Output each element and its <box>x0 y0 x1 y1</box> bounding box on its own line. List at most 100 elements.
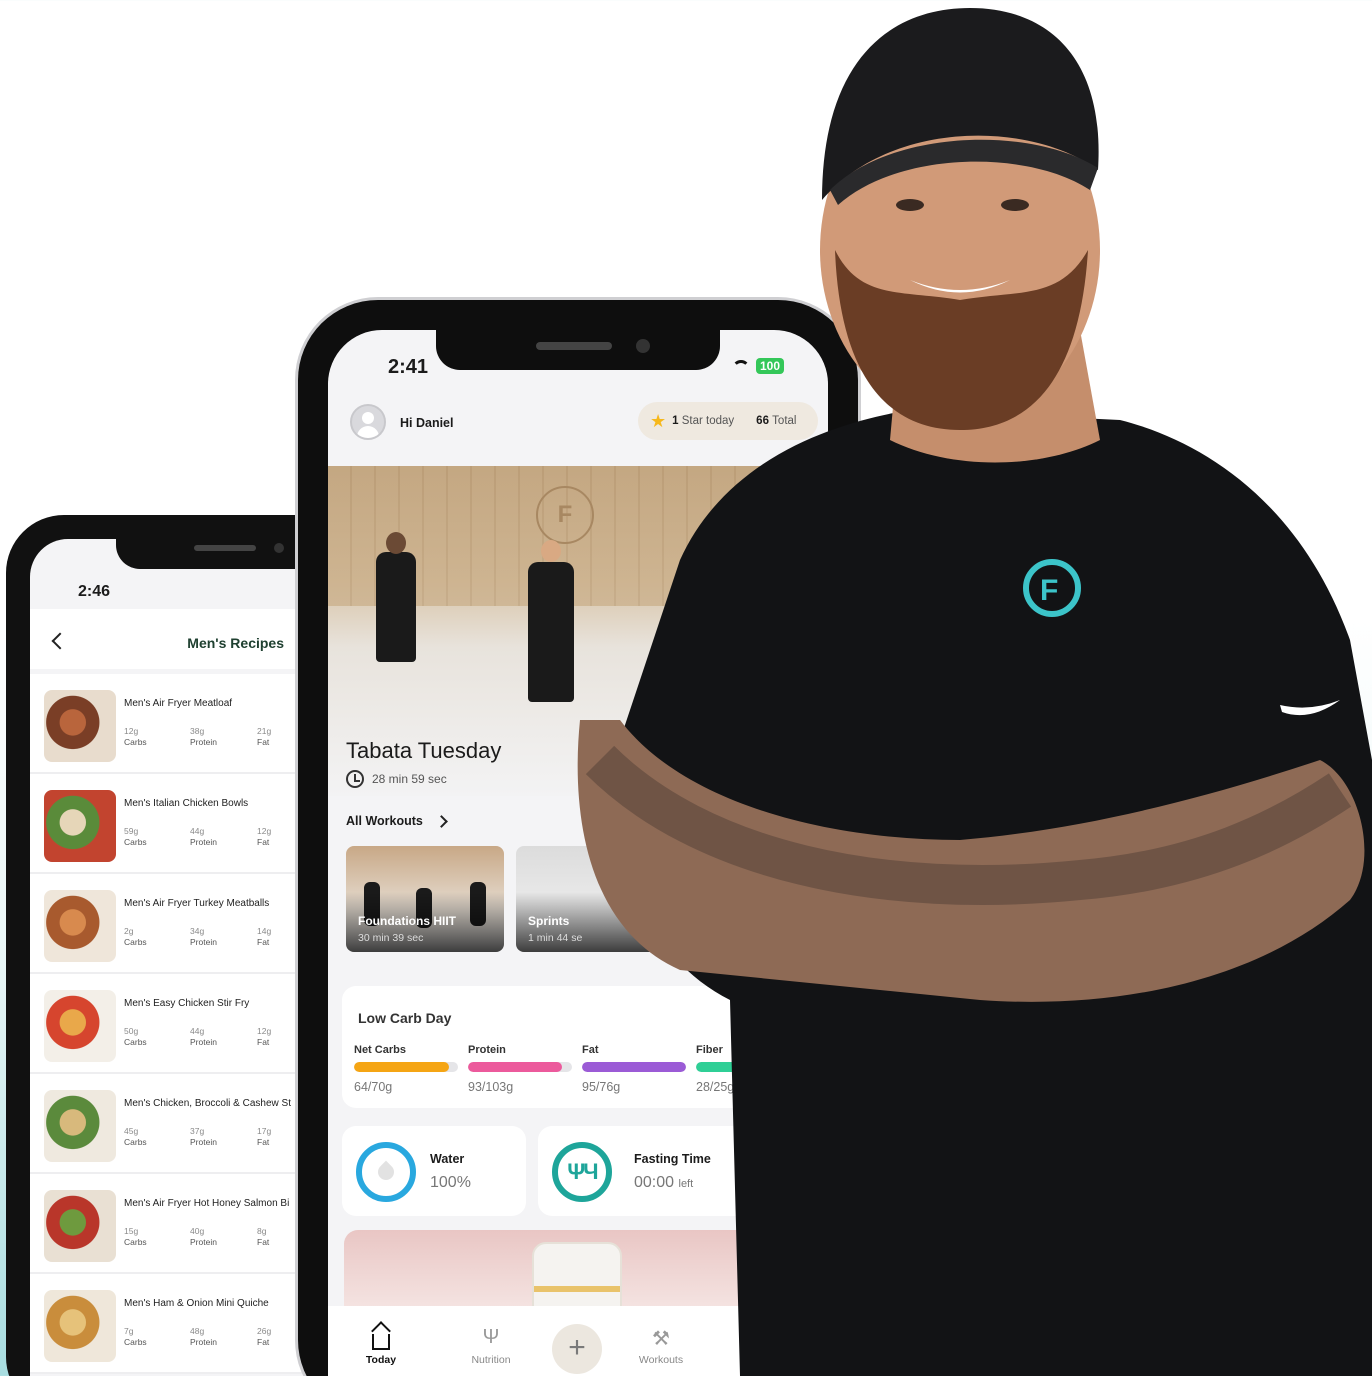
recipe-name: Men's Chicken, Broccoli & Cashew St <box>124 1098 291 1109</box>
clock-icon <box>346 770 364 788</box>
fat-value: 12g <box>257 1026 272 1036</box>
fat-value: 26g <box>257 1326 272 1336</box>
chevron-right-icon <box>434 814 448 828</box>
status-time: 2:41 <box>388 356 429 378</box>
macro-name: Net Carbs <box>354 1044 406 1056</box>
protein-value: 38g <box>190 726 205 736</box>
recipe-carbs: 45g Carbs <box>124 1126 147 1148</box>
svg-text:F: F <box>1040 574 1058 607</box>
recipe-protein: 48g Protein <box>190 1326 217 1348</box>
water-value: 100% <box>430 1174 471 1191</box>
carbs-value: 7g <box>124 1326 134 1336</box>
recipe-photo <box>44 1290 116 1362</box>
recipe-fat: 12g Fat <box>257 826 271 848</box>
recipe-row[interactable]: Men's Easy Chicken Stir Fry 50g Carbs 44… <box>30 974 306 1074</box>
carbs-label: Carbs <box>124 1337 147 1347</box>
carbs-value: 45g <box>124 1126 139 1136</box>
camera-dot <box>274 543 284 553</box>
carbs-label: Carbs <box>124 837 147 847</box>
carbs-value: 15g <box>124 1226 139 1236</box>
fat-value: 8g <box>257 1226 267 1236</box>
all-workouts-label: All Workouts <box>346 814 423 828</box>
coach-photo: F <box>577 8 1372 1376</box>
recipe-name: Men's Ham & Onion Mini Quiche <box>124 1298 269 1309</box>
fat-label: Fat <box>257 837 270 847</box>
water-label: Water <box>430 1152 465 1166</box>
recipe-row[interactable]: Men's Ham & Onion Mini Quiche 7g Carbs 4… <box>30 1274 306 1374</box>
recipe-fat: 14g Fat <box>257 926 271 948</box>
macro-track <box>468 1062 572 1072</box>
macro-progress: Protein 93/103g <box>468 1044 572 1094</box>
recipe-carbs: 12g Carbs <box>124 726 147 748</box>
recipe-photo <box>44 790 116 862</box>
water-ring <box>356 1142 416 1202</box>
trainer-figure <box>376 532 416 662</box>
phone-notch <box>116 515 306 569</box>
recipe-protein: 37g Protein <box>190 1126 217 1148</box>
protein-label: Protein <box>190 1137 217 1147</box>
carbs-label: Carbs <box>124 937 147 947</box>
recipe-fat: 26g Fat <box>257 1326 271 1348</box>
recipe-carbs: 15g Carbs <box>124 1226 147 1248</box>
macro-value: 93/103g <box>468 1080 514 1094</box>
tab-today[interactable]: Today <box>346 1326 416 1366</box>
tab-nutrition-label: Nutrition <box>471 1354 511 1366</box>
protein-value: 44g <box>190 1026 205 1036</box>
carbs-value: 2g <box>124 926 134 936</box>
recipe-name: Men's Air Fryer Turkey Meatballs <box>124 898 270 909</box>
protein-label: Protein <box>190 1337 217 1347</box>
recipe-row[interactable]: Men's Italian Chicken Bowls 59g Carbs 44… <box>30 774 306 874</box>
fat-label: Fat <box>257 1337 270 1347</box>
avatar[interactable] <box>350 404 386 440</box>
protein-value: 44g <box>190 826 205 836</box>
recipe-photo <box>44 1190 116 1262</box>
recipe-carbs: 7g Carbs <box>124 1326 147 1348</box>
all-workouts-link[interactable]: All Workouts <box>346 814 448 828</box>
recipe-photo <box>44 990 116 1062</box>
recipe-fat: 8g Fat <box>257 1226 269 1248</box>
fat-label: Fat <box>257 1037 270 1047</box>
carbs-value: 50g <box>124 1026 139 1036</box>
macro-value: 64/70g <box>354 1080 393 1094</box>
recipe-protein: 34g Protein <box>190 926 217 948</box>
recipe-fat: 12g Fat <box>257 1026 271 1048</box>
fat-label: Fat <box>257 737 270 747</box>
recipe-name: Men's Italian Chicken Bowls <box>124 798 249 809</box>
macro-track <box>354 1062 458 1072</box>
fat-label: Fat <box>257 937 270 947</box>
workout-card[interactable]: Foundations HIIT 30 min 39 sec <box>346 846 504 952</box>
water-drop-icon <box>374 1160 398 1184</box>
recipe-row[interactable]: Men's Air Fryer Hot Honey Salmon Bi 15g … <box>30 1174 306 1274</box>
recipes-phone: Men's Recipes 2:46 Men's Air Fryer Meatl… <box>6 515 306 1376</box>
recipe-protein: 38g Protein <box>190 726 217 748</box>
protein-label: Protein <box>190 837 217 847</box>
macro-fill <box>468 1062 562 1072</box>
protein-value: 40g <box>190 1226 205 1236</box>
home-icon <box>372 1334 390 1350</box>
status-time: 2:46 <box>78 583 111 600</box>
water-tile[interactable]: Water 100% <box>342 1126 526 1216</box>
back-chevron-icon[interactable] <box>51 632 69 650</box>
greeting-text: Hi Daniel <box>400 416 454 430</box>
duration-text: 28 min 59 sec <box>372 772 447 786</box>
protein-label: Protein <box>190 937 217 947</box>
carbs-value: 59g <box>124 826 139 836</box>
featured-workout-duration: 28 min 59 sec <box>346 770 447 788</box>
workout-name: Foundations HIIT <box>358 914 456 928</box>
recipe-row[interactable]: Men's Air Fryer Meatloaf 12g Carbs 38g P… <box>30 674 306 774</box>
macro-name: Protein <box>468 1044 506 1056</box>
carbs-value: 12g <box>124 726 139 736</box>
fat-label: Fat <box>257 1137 270 1147</box>
fat-value: 17g <box>257 1126 272 1136</box>
tab-nutrition[interactable]: Ψ Nutrition <box>456 1326 526 1366</box>
recipe-carbs: 2g Carbs <box>124 926 147 948</box>
recipe-row[interactable]: Men's Air Fryer Turkey Meatballs 2g Carb… <box>30 874 306 974</box>
recipe-fat: 17g Fat <box>257 1126 271 1148</box>
macro-fill <box>354 1062 449 1072</box>
recipe-carbs: 50g Carbs <box>124 1026 147 1048</box>
tab-today-label: Today <box>365 1354 397 1366</box>
recipe-photo <box>44 690 116 762</box>
recipe-row[interactable]: Men's Chicken, Broccoli & Cashew St 45g … <box>30 1074 306 1174</box>
carbs-label: Carbs <box>124 1037 147 1047</box>
recipe-protein: 44g Protein <box>190 826 217 848</box>
